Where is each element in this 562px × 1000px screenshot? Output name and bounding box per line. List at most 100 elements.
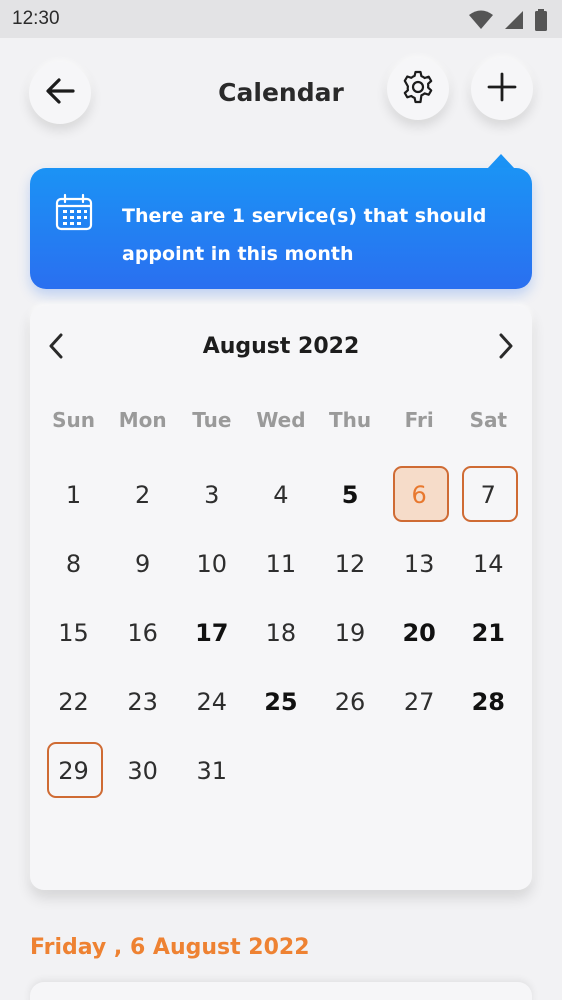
day-number: 28: [471, 687, 506, 716]
day-cell-14[interactable]: 14: [454, 529, 523, 598]
calendar-week-row: 29 30 31: [39, 736, 523, 805]
weekday-header: Sun Mon Tue Wed Thu Fri Sat: [39, 408, 523, 432]
day-number: 2: [135, 480, 151, 509]
day-number: 23: [127, 687, 158, 716]
empty-day-cell: [454, 736, 523, 805]
banner-message: There are 1 service(s) that should appoi…: [122, 205, 487, 265]
day-number: 21: [471, 618, 506, 647]
day-number: 8: [65, 549, 82, 578]
day-cell-29[interactable]: 29: [39, 736, 108, 805]
day-cell-24[interactable]: 24: [177, 667, 246, 736]
day-cell-30[interactable]: 30: [108, 736, 177, 805]
day-number: 24: [196, 687, 228, 716]
day-cell-18[interactable]: 18: [246, 598, 315, 667]
weekday-label: Tue: [192, 408, 232, 432]
next-month-button[interactable]: [492, 333, 514, 363]
day-number: 5: [341, 480, 359, 509]
day-number: 11: [265, 549, 297, 578]
day-cell-7[interactable]: 7: [454, 460, 523, 529]
calendar-week-row: 8 9 10 11 12 13 14: [39, 529, 523, 598]
day-number: 18: [265, 618, 297, 647]
gear-icon: [400, 69, 436, 109]
day-cell-13[interactable]: 13: [385, 529, 454, 598]
day-cell-10[interactable]: 10: [177, 529, 246, 598]
day-cell-15[interactable]: 15: [39, 598, 108, 667]
day-cell-1[interactable]: 1: [39, 460, 108, 529]
battery-icon: [534, 9, 548, 31]
day-cell-20[interactable]: 20: [385, 598, 454, 667]
day-cell-12[interactable]: 12: [316, 529, 385, 598]
cellular-signal-icon: [504, 10, 524, 30]
month-label: August 2022: [202, 334, 360, 359]
calendar-icon: [54, 193, 94, 235]
calendar-week-row: 22 23 24 25 26 27 28: [39, 667, 523, 736]
day-number: 7: [480, 480, 496, 509]
day-number: 9: [135, 549, 151, 578]
day-number: 13: [403, 549, 435, 578]
day-number: 16: [127, 618, 158, 647]
day-number: 20: [402, 618, 436, 647]
empty-day-cell: [246, 736, 315, 805]
calendar-card: August 2022 Sun Mon Tue Wed Thu Fri Sat …: [30, 306, 532, 890]
day-cell-22[interactable]: 22: [39, 667, 108, 736]
selected-date-heading: Friday , 6 August 2022: [30, 935, 310, 960]
day-number: 27: [403, 687, 435, 716]
day-grid: 1 2 3 4 5 6 7 8 9 10 11 12 13 14 15 16 17 18 19 20 21 22 23 24 2…: [39, 460, 523, 805]
status-bar: 12:30: [0, 0, 562, 38]
day-cell-26[interactable]: 26: [316, 667, 385, 736]
weekday-label: Mon: [118, 408, 167, 432]
day-cell-27[interactable]: 27: [385, 667, 454, 736]
weekday-label: Fri: [404, 408, 434, 432]
plus-icon: [487, 72, 517, 106]
day-number: 6: [411, 480, 427, 509]
day-number: 31: [196, 756, 228, 785]
day-cell-17[interactable]: 17: [177, 598, 246, 667]
day-cell-19[interactable]: 19: [316, 598, 385, 667]
day-cell-2[interactable]: 2: [108, 460, 177, 529]
day-cell-9[interactable]: 9: [108, 529, 177, 598]
day-number: 1: [65, 480, 82, 509]
day-cell-5[interactable]: 5: [316, 460, 385, 529]
day-number: 25: [264, 687, 298, 716]
day-number: 22: [58, 687, 89, 716]
appointment-banner: There are 1 service(s) that should appoi…: [30, 168, 532, 289]
day-cell-25[interactable]: 25: [246, 667, 315, 736]
weekday-label: Sat: [469, 408, 508, 432]
add-button[interactable]: [471, 58, 533, 120]
day-number: 26: [334, 687, 366, 716]
day-cell-16[interactable]: 16: [108, 598, 177, 667]
empty-day-cell: [385, 736, 454, 805]
day-number: 14: [473, 549, 504, 578]
day-number: 30: [127, 756, 158, 785]
appointment-card[interactable]: [30, 982, 532, 1000]
day-number: 19: [334, 618, 366, 647]
day-number: 12: [334, 549, 366, 578]
chevron-right-icon: [498, 333, 514, 363]
day-number: 29: [58, 756, 89, 785]
day-cell-31[interactable]: 31: [177, 736, 246, 805]
day-cell-4[interactable]: 4: [246, 460, 315, 529]
day-number: 15: [58, 618, 89, 647]
settings-button[interactable]: [387, 58, 449, 120]
calendar-week-row: 15 16 17 18 19 20 21: [39, 598, 523, 667]
day-number: 17: [195, 618, 229, 647]
empty-day-cell: [316, 736, 385, 805]
day-cell-11[interactable]: 11: [246, 529, 315, 598]
day-cell-3[interactable]: 3: [177, 460, 246, 529]
status-icons: [468, 9, 548, 31]
day-cell-21[interactable]: 21: [454, 598, 523, 667]
day-cell-23[interactable]: 23: [108, 667, 177, 736]
status-time: 12:30: [12, 8, 60, 29]
day-number: 3: [204, 480, 220, 509]
weekday-label: Sun: [52, 408, 95, 432]
weekday-label: Thu: [329, 408, 372, 432]
banner-pointer: [487, 154, 515, 169]
day-cell-28[interactable]: 28: [454, 667, 523, 736]
day-cell-6[interactable]: 6: [385, 460, 454, 529]
calendar-week-row: 1 2 3 4 5 6 7: [39, 460, 523, 529]
day-number: 4: [273, 480, 289, 509]
day-cell-8[interactable]: 8: [39, 529, 108, 598]
day-number: 10: [196, 549, 228, 578]
wifi-icon: [468, 10, 494, 30]
weekday-label: Wed: [256, 408, 306, 432]
